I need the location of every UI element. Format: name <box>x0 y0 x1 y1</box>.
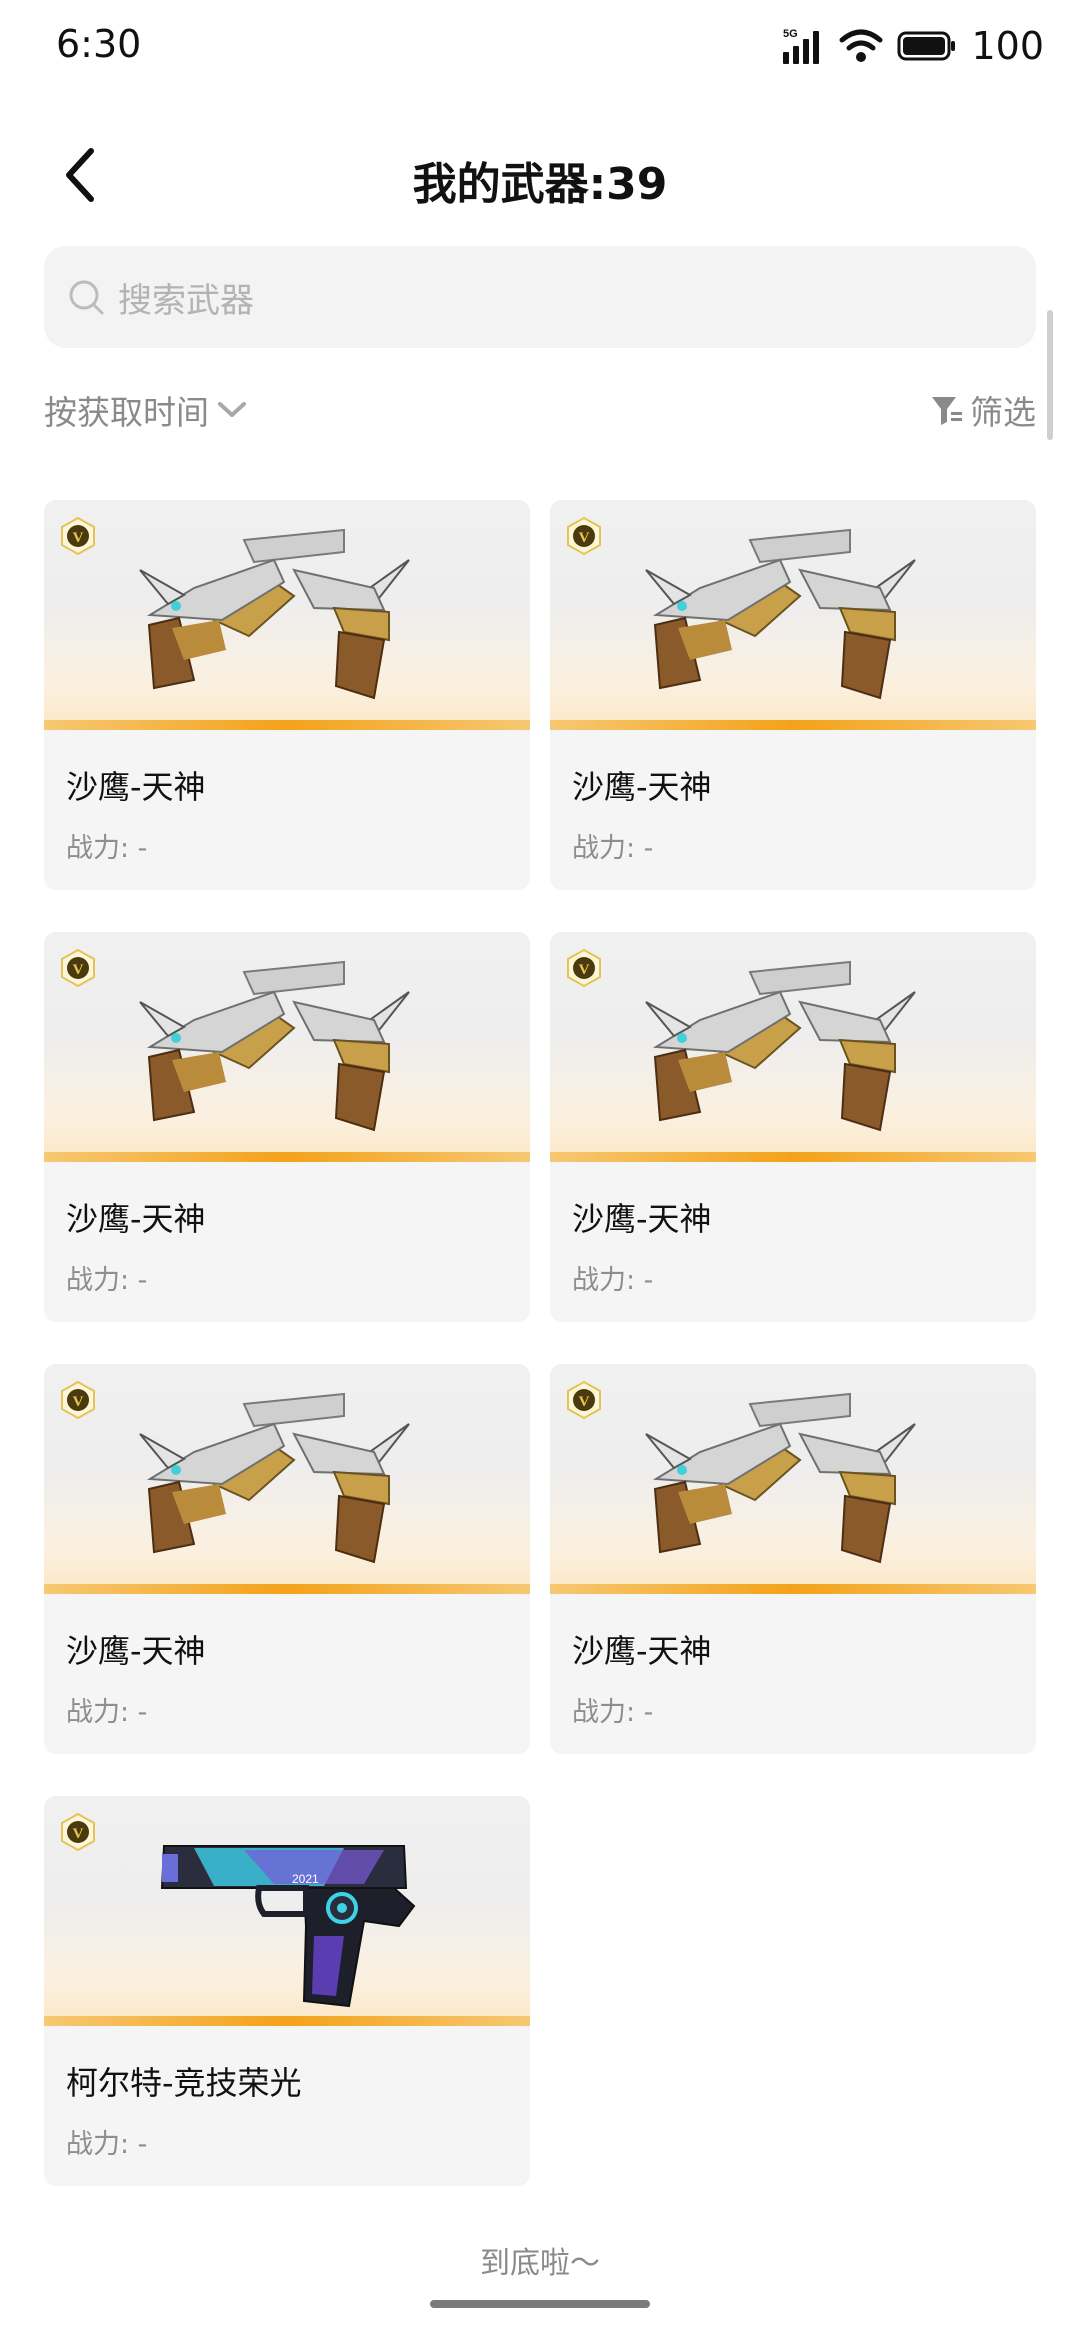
colt-pistol-icon: 2021 <box>160 1845 416 2008</box>
svg-text:V: V <box>73 530 84 546</box>
weapon-name: 柯尔特-竞技荣光 <box>66 2064 302 2102</box>
weapon-power: 战力: - <box>66 1697 148 1728</box>
deagle-twin-icon <box>645 1392 916 1564</box>
weapon-image: V <box>550 500 1036 730</box>
status-bar: 6:30 5G 100 <box>0 0 1080 96</box>
weapon-name: 沙鹰-天神 <box>572 1200 712 1238</box>
search-input[interactable]: 搜索武器 <box>44 246 1036 348</box>
signal-5g-icon: 5G <box>783 28 820 64</box>
vip-badge-icon: V <box>567 1380 601 1420</box>
end-of-list-text: 到底啦～ <box>480 2246 600 2281</box>
weapon-power: 战力: - <box>572 1697 654 1728</box>
filter-label: 筛选 <box>970 393 1036 432</box>
svg-text:V: V <box>579 1394 590 1410</box>
svg-text:2021: 2021 <box>292 1872 319 1886</box>
svg-text:V: V <box>73 1394 84 1410</box>
filter-button[interactable]: 筛选 <box>930 386 1036 434</box>
weapon-power: 战力: - <box>66 1265 148 1296</box>
svg-text:5G: 5G <box>783 28 798 40</box>
search-placeholder: 搜索武器 <box>118 280 254 321</box>
weapon-image: V <box>44 932 530 1162</box>
deagle-twin-icon <box>645 528 916 700</box>
wifi-icon <box>839 29 883 62</box>
vip-badge-icon: V <box>567 948 601 988</box>
battery-level: 100 <box>971 24 1044 68</box>
vip-badge-icon: V <box>61 1812 95 1852</box>
chevron-down-icon <box>218 402 246 417</box>
svg-text:V: V <box>579 530 590 546</box>
status-icons: 5G 100 <box>781 20 1044 72</box>
weapon-name: 沙鹰-天神 <box>66 1632 206 1670</box>
status-time: 6:30 <box>56 22 142 66</box>
weapon-power: 战力: - <box>66 2129 148 2160</box>
vip-badge-icon: V <box>61 948 95 988</box>
filter-icon <box>932 397 962 425</box>
sort-label: 按获取时间 <box>44 393 209 432</box>
search-icon <box>66 277 106 317</box>
weapon-power: 战力: - <box>572 1265 654 1296</box>
sort-dropdown[interactable]: 按获取时间 <box>44 386 249 434</box>
weapon-card[interactable]: V 沙鹰-天神 战力: - <box>550 932 1036 1322</box>
deagle-twin-icon <box>139 1392 410 1564</box>
weapon-image: V <box>550 1364 1036 1594</box>
weapon-image: V <box>44 1364 530 1594</box>
vip-badge-icon: V <box>61 1380 95 1420</box>
weapon-image: V <box>550 932 1036 1162</box>
weapon-card[interactable]: V 沙鹰-天神 战力: - <box>550 500 1036 890</box>
weapon-card[interactable]: V 沙鹰-天神 战力: - <box>550 1364 1036 1754</box>
weapon-card[interactable]: V 沙鹰-天神 战力: - <box>44 932 530 1322</box>
deagle-twin-icon <box>645 960 916 1132</box>
svg-text:V: V <box>579 962 590 978</box>
weapon-power: 战力: - <box>66 833 148 864</box>
weapon-card[interactable]: V 沙鹰-天神 战力: - <box>44 500 530 890</box>
top-bar: 我的武器:39 <box>0 120 1080 230</box>
vip-badge-icon: V <box>567 516 601 556</box>
vip-badge-icon: V <box>61 516 95 556</box>
battery-icon <box>897 31 956 61</box>
weapon-power: 战力: - <box>572 833 654 864</box>
weapon-name: 沙鹰-天神 <box>66 768 206 806</box>
svg-text:V: V <box>73 1826 84 1842</box>
weapon-card[interactable]: V 沙鹰-天神 战力: - <box>44 1364 530 1754</box>
page-title: 我的武器:39 <box>412 159 668 210</box>
deagle-twin-icon <box>139 528 410 700</box>
sort-filter-bar: 按获取时间 筛选 <box>44 386 1036 446</box>
scrollbar[interactable] <box>1047 310 1053 440</box>
weapon-name: 沙鹰-天神 <box>66 1200 206 1238</box>
weapon-image: V <box>44 500 530 730</box>
deagle-twin-icon <box>139 960 410 1132</box>
home-indicator[interactable] <box>430 2300 650 2308</box>
weapon-card[interactable]: 2021 V 柯尔特-竞技荣光 战力: - <box>44 1796 530 2186</box>
weapon-name: 沙鹰-天神 <box>572 768 712 806</box>
weapon-name: 沙鹰-天神 <box>572 1632 712 1670</box>
weapon-image: 2021 V <box>44 1796 530 2026</box>
svg-text:V: V <box>73 962 84 978</box>
